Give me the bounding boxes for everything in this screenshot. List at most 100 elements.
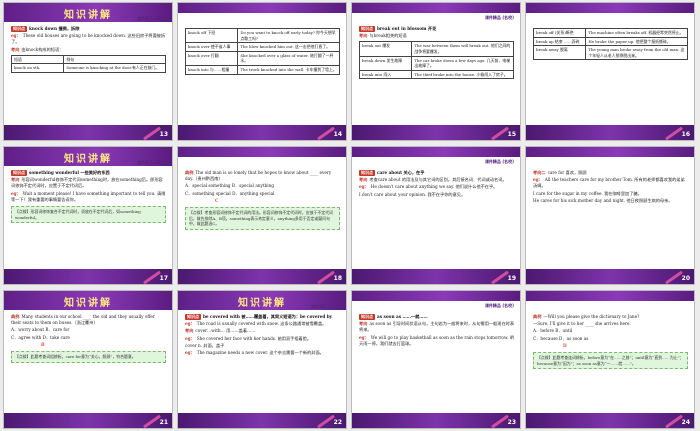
knowledge-point-tag: 知识点 (359, 26, 375, 33)
slide-number: 20 (681, 275, 690, 282)
table-cell: knock on sth. (10, 63, 65, 73)
slide-line: eg： He doesn't care about anything we say… (359, 184, 514, 190)
slide-body: 知识点 knock down 撞倒，拆除 eg： These old houses a… (10, 26, 166, 123)
slide-thumbnail-16[interactable]: break off (关系)断绝 The machine often breaks… (525, 2, 695, 141)
slide-header-band (352, 291, 520, 301)
slide-line: eg： We will go to play basketball as soon… (359, 335, 514, 347)
line-label: eg： (11, 190, 21, 196)
slide-header-band (352, 3, 520, 13)
line-text: as soon as ……一就…… (377, 314, 428, 319)
table-cell: The machine often breaks off. 机器经常突然停止。 (585, 28, 688, 38)
slide-line: —Sure, I'll give it to her ____ she arri… (533, 321, 688, 327)
slide-thumbnail-15[interactable]: 课件精品 (名校) 知识点 break out in blossom 开花 考向 与br… (351, 2, 521, 141)
slide-line: 考向二 care for 喜欢，照顾 (533, 170, 688, 176)
slide-header-band (526, 3, 694, 13)
slide-thumbnail-22[interactable]: 知识讲解 课件精品 (名校) 知识点 be covered with 被……覆盖着，其… (177, 290, 347, 429)
table-row: 短语 例句 (10, 54, 166, 65)
publisher-logo: 课件精品 (名校) (310, 304, 340, 309)
slide-line: eg： All the teachers care for my brother … (533, 177, 688, 189)
slide-body: 知识点 as soon as ……一就…… 考向 as soon as 引导时间状语从… (359, 314, 514, 411)
slide-thumbnail-18[interactable]: 典例 The old man is so lonely that he hopes… (177, 146, 347, 285)
slide-line: C．because D．as soon as (533, 336, 688, 342)
slide-line: eg： These old houses are going to be knoc… (11, 33, 166, 45)
line-label: eg： (185, 321, 195, 327)
tip-box: 【点拨】考查形容词修饰不定代词的用法。形容词修饰不定代词时，应放于不定代词后，故… (185, 207, 340, 230)
line-label: eg： (359, 334, 369, 340)
slide-body: break off (关系)断绝 The machine often breaks… (532, 26, 688, 123)
table-cell: He broke the paper up. 他把整个报纸撕碎。 (585, 36, 688, 47)
table-cell: Do you want to knock off early today? 你今… (237, 27, 340, 44)
slide-body: 典例 Many students in our school ____ the o… (11, 314, 166, 411)
slide-number: 22 (333, 419, 342, 426)
line-text: care about 关心，在乎 (377, 170, 425, 175)
publisher-logo: 课件精品 (名校) (484, 303, 514, 308)
slide-thumbnail-14[interactable]: knock off 下班 Do you want to knock off ear… (177, 2, 347, 141)
slide-thumbnail-19[interactable]: 课件精品 (名校) 知识点 care about 关心，在乎 考向 考查care abo… (351, 146, 521, 285)
slide-line: He cares for his sick mother day and nig… (533, 198, 688, 204)
slide-thumbnail-17[interactable]: 知识讲解 课件精品 (名校) 知识点 something wonderful 一些美好… (3, 146, 173, 285)
line-label: eg： (359, 184, 369, 190)
publisher-logo: 课件精品 (名校) (136, 160, 166, 165)
slide-thumbnail-21[interactable]: 知识讲解典例 Many students in our school ____ t… (3, 290, 173, 429)
knowledge-point-tag: 知识点 (359, 170, 375, 177)
table-cell: The war between them will break out. 他们之… (411, 41, 514, 57)
table-row: break into 闯入 The thief broke into the ho… (358, 69, 514, 80)
slide-thumbnail-20[interactable]: 考向二 care for 喜欢，照顾 eg： All the teachers car… (525, 146, 695, 285)
table-cell: break out 爆发 (358, 41, 413, 57)
slide-header-band (178, 3, 346, 13)
slide-thumbnail-13[interactable]: 知识讲解 课件精品 (名校) 知识点 knock down 撞倒，拆除 eg： These… (3, 2, 173, 141)
table-cell: The car broke down a few days ago. 几天前，电… (411, 55, 514, 71)
line-text: 由knock构成的短语： (21, 46, 64, 52)
line-label: 考向 (11, 177, 20, 183)
slide-number: 16 (681, 131, 690, 138)
line-text: cover n. 封面，盖子 (185, 342, 225, 348)
slide-line: 典例 —Will you please give the dictionary t… (533, 314, 688, 320)
line-text: be covered with 被……覆盖着，其同义短语为：be covered… (203, 314, 333, 319)
table-cell: She knocked over a glass of water. 她打翻了一… (237, 50, 340, 66)
slide-body: knock off 下班 Do you want to knock off ear… (184, 26, 340, 123)
slide-line: A．worry about B．care for (11, 327, 166, 333)
slide-line: 知识点 knock down 撞倒，拆除 (11, 26, 166, 33)
phrase-table: knock off 下班 Do you want to knock off ear… (184, 27, 340, 75)
table-row: knock over 使不省人事 The blow knocked him out… (184, 42, 340, 52)
table-row: break away 脱离 The young man broke away fr… (532, 45, 688, 61)
slide-header-title: 知识讲解 (64, 298, 112, 309)
table-cell: knock over 打翻 (184, 50, 239, 66)
publisher-logo: 课件精品 (名校) (484, 15, 514, 20)
table-cell: 例句 (63, 54, 166, 65)
table-cell: The young man broke away from the old ma… (585, 45, 688, 61)
slide-line: 典例 Many students in our school ____ the o… (11, 314, 166, 326)
phrase-table: break out 爆发 The war between them will br… (358, 41, 514, 80)
line-text: He doesn't care about anything we say. 他… (370, 184, 498, 190)
slide-line: 典例 The old man is so lonely that he hopes… (185, 170, 340, 182)
slide-body: 知识点 something wonderful 一些美好的东西 考向 形容词wonde… (11, 170, 166, 267)
line-label: eg： (533, 177, 543, 183)
slide-line: 知识点 break out in blossom 开花 (359, 26, 514, 33)
line-text: C．because D．as soon as (533, 335, 589, 341)
slide-line: eg： The road is usually covered with snow… (185, 321, 340, 327)
line-label: 考向 (359, 33, 368, 39)
table-row: knock on sth. Someone is knocking at the … (10, 63, 166, 73)
slide-number: 23 (507, 419, 516, 426)
line-label: 典例 (185, 170, 194, 175)
slide-line: 知识点 be covered with 被……覆盖着，其同义短语为：be cove… (185, 314, 340, 321)
tip-box: 【点拨】此题考查连词辨析。before意为“在……之前”；until意为“直到…… (533, 352, 688, 370)
line-text: She covered her face with her hands. 她用双… (196, 335, 312, 341)
slide-body: 知识点 break out in blossom 开花 考向 与break相关的短语 b… (358, 26, 514, 123)
table-cell: The blow knocked him out. 这一击把他打昏了。 (237, 42, 340, 52)
line-label: eg： (11, 33, 21, 39)
slide-thumbnail-23[interactable]: 课件精品 (名校) 知识点 as soon as ……一就…… 考向 as soon a… (351, 290, 521, 429)
line-text: These old houses are going to be knocked… (11, 33, 166, 45)
line-label: 考向二 (533, 170, 546, 175)
slide-number: 17 (159, 275, 168, 282)
slide-line: 考向 考查care about 的用法及与其它词的区别。其后接名词、代词或动名词。 (359, 177, 514, 183)
slide-header-band (526, 291, 694, 301)
slide-line: 知识点 as soon as ……一就…… (359, 314, 514, 321)
line-label: eg： (185, 350, 195, 356)
table-row: break down 发生故障 The car broke down a few … (358, 55, 514, 71)
line-text: C．agree with D．take care (11, 334, 70, 340)
table-cell: The thief broke into the house. 小偷闯入了房子。 (411, 69, 514, 80)
slide-thumbnail-24[interactable]: 典例 —Will you please give the dictionary t… (525, 290, 695, 429)
phrase-table: break off (关系)断绝 The machine often breaks… (532, 28, 688, 61)
knowledge-point-tag: 知识点 (11, 170, 27, 177)
